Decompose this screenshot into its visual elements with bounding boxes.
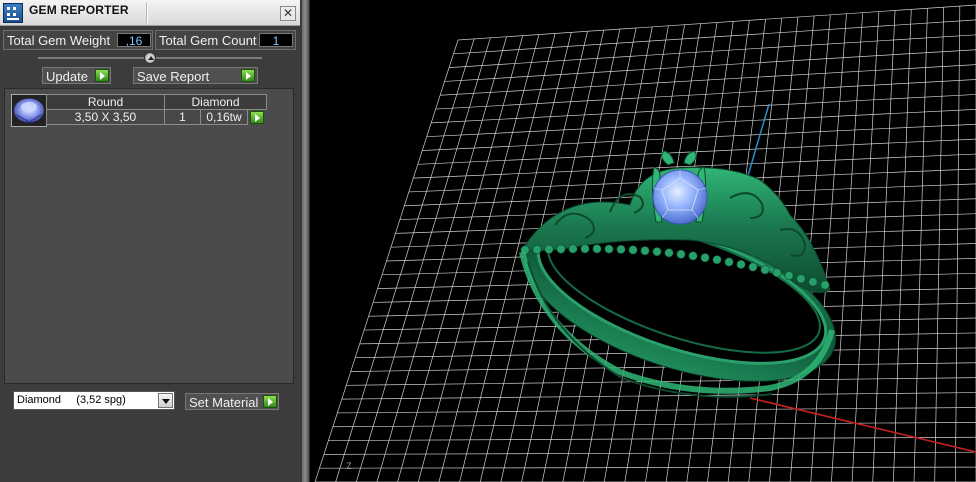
gem-weight-cell: 0,16tw (200, 109, 248, 125)
total-gem-weight-label: Total Gem Weight (7, 33, 111, 48)
gemstone (652, 169, 708, 225)
gem-list: Round Diamond 3,50 X 3,50 1 0,16tw (4, 88, 294, 384)
update-button-label: Update (46, 69, 88, 84)
play-arrow-icon (263, 395, 277, 408)
gem-reporter-app-icon (3, 3, 23, 23)
material-select[interactable]: Diamond (3,52 spg) (13, 391, 175, 410)
total-gem-weight-value: ,16 (117, 33, 151, 48)
x-axis-line (749, 397, 976, 453)
save-report-button-label: Save Report (137, 69, 210, 84)
viewport-scene (314, 4, 976, 482)
gem-count-cell: 1 (164, 109, 201, 125)
material-selected-value: Diamond (3,52 spg) (17, 394, 126, 406)
play-arrow-icon[interactable] (250, 111, 264, 124)
axis-marker: Z (346, 462, 352, 472)
3d-viewport[interactable]: Z (310, 0, 976, 482)
title-bar[interactable]: GEM REPORTER ✕ (0, 0, 300, 26)
total-gem-weight: Total Gem Weight ,16 (3, 30, 153, 50)
gem-shape-header: Round (46, 94, 165, 110)
gem-reporter-panel: GEM REPORTER ✕ Total Gem Weight ,16 Tota… (0, 0, 302, 482)
play-arrow-icon (241, 69, 255, 82)
set-material-button-label: Set Material (189, 395, 259, 410)
play-arrow-icon (95, 69, 109, 82)
total-gem-count: Total Gem Count 1 (155, 30, 296, 50)
set-material-button[interactable]: Set Material (185, 393, 279, 410)
gem-size-cell: 3,50 X 3,50 (46, 109, 165, 125)
gem-type-header: Diamond (164, 94, 267, 110)
total-gem-count-label: Total Gem Count (159, 33, 257, 48)
save-report-button[interactable]: Save Report (133, 67, 258, 84)
panel-frame-edge[interactable] (302, 0, 310, 482)
total-gem-count-value: 1 (259, 33, 293, 48)
window-title: GEM REPORTER (29, 3, 129, 17)
collapse-toggle-icon[interactable] (144, 52, 156, 64)
update-button[interactable]: Update (42, 67, 111, 84)
round-gem-icon (11, 94, 47, 127)
close-icon[interactable]: ✕ (280, 6, 296, 21)
title-divider (146, 3, 148, 23)
chevron-down-icon[interactable] (158, 393, 173, 408)
